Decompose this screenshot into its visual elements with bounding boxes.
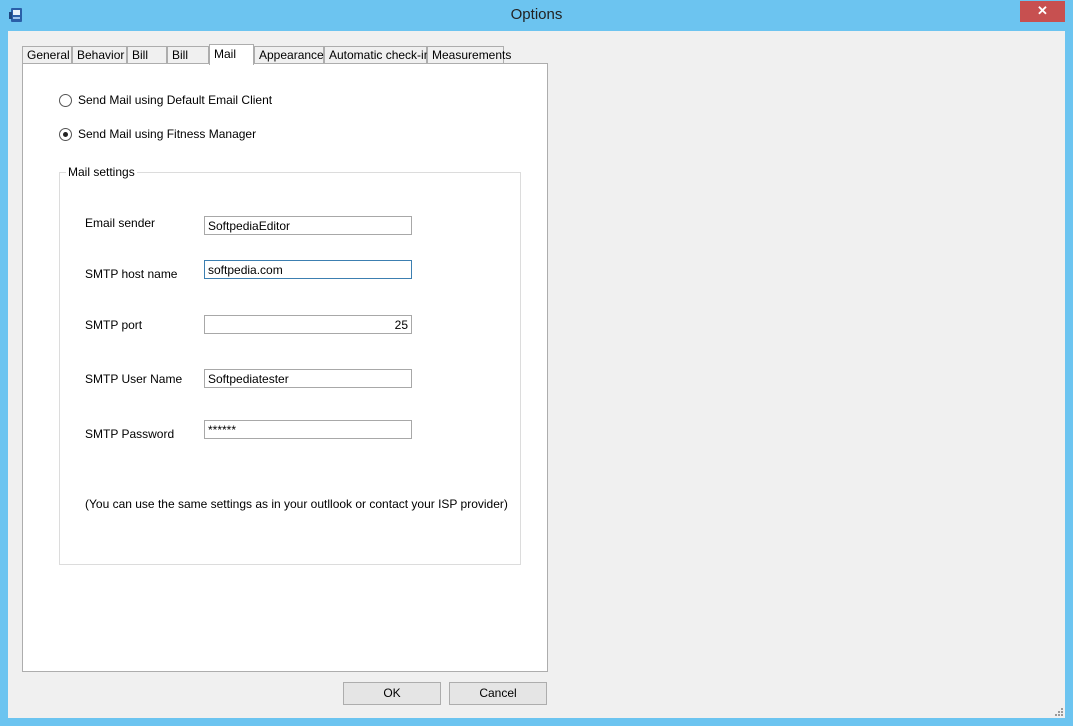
title-bar[interactable]: Options ✕	[0, 0, 1073, 31]
radio-button-unchecked[interactable]	[59, 94, 72, 107]
tab-mail[interactable]: Mail	[209, 44, 254, 65]
smtp-password-input[interactable]: ******	[204, 420, 412, 439]
smtp-password-label: SMTP Password	[85, 427, 175, 441]
tab-bill-1[interactable]: Bill	[127, 46, 167, 63]
email-sender-label: Email sender	[85, 216, 156, 230]
dialog-client-area: General Behavior Bill Bill Mail Appearan…	[8, 31, 1065, 718]
tab-appearance[interactable]: Appearance	[254, 46, 324, 63]
tab-automatic-check-in[interactable]: Automatic check-in	[324, 46, 430, 63]
radio-button-checked[interactable]	[59, 128, 72, 141]
tab-bill-2[interactable]: Bill	[167, 46, 209, 63]
radio-label-default-client: Send Mail using Default Email Client	[78, 93, 273, 107]
tab-measurements[interactable]: Measurements	[427, 46, 511, 63]
group-title: Mail settings	[66, 165, 137, 179]
close-button[interactable]: ✕	[1020, 1, 1065, 22]
tab-general[interactable]: General	[22, 46, 72, 63]
email-sender-input[interactable]: SoftpediaEditor	[204, 216, 412, 235]
options-window: Options ✕ General Behavior Bill Bill Mai…	[0, 0, 1073, 726]
mail-tab-panel: Send Mail using Default Email Client Sen…	[22, 63, 548, 672]
smtp-user-label: SMTP User Name	[85, 372, 183, 386]
window-title: Options	[510, 6, 563, 23]
smtp-port-input[interactable]: 25	[204, 315, 412, 334]
tab-behavior[interactable]: Behavior	[72, 46, 127, 63]
smtp-user-input[interactable]: Softpediatester	[204, 369, 412, 388]
smtp-host-input[interactable]: softpedia.com	[204, 260, 412, 279]
resize-grip-icon[interactable]	[1053, 706, 1063, 716]
cancel-button[interactable]: Cancel	[449, 682, 547, 705]
close-icon: ✕	[1037, 3, 1048, 18]
radio-selected-dot	[63, 132, 68, 137]
ok-button[interactable]: OK	[343, 682, 441, 705]
radio-label-fitness-manager: Send Mail using Fitness Manager	[78, 127, 257, 141]
settings-hint: (You can use the same settings as in you…	[85, 497, 508, 511]
smtp-host-label: SMTP host name	[85, 267, 178, 281]
smtp-port-label: SMTP port	[85, 318, 143, 332]
mail-settings-group: Mail settings Email sender SoftpediaEdit…	[59, 165, 521, 565]
